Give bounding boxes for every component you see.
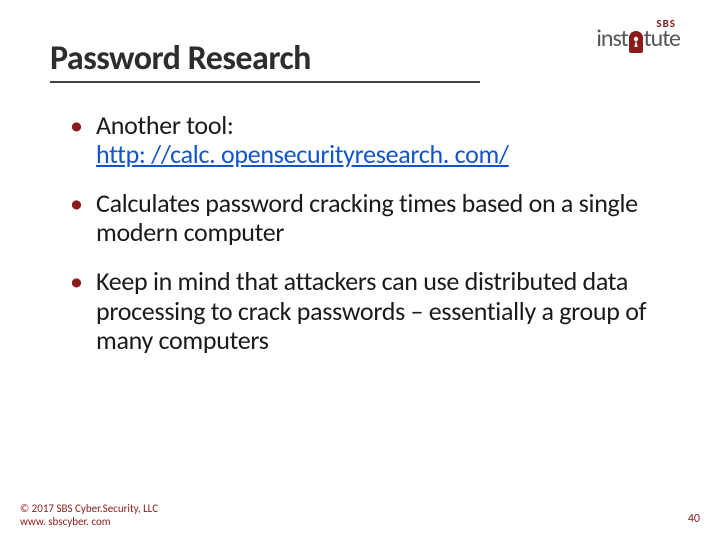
- bullet-item: Calculates password cracking times based…: [70, 189, 670, 247]
- bullet-text: Calculates password cracking times based…: [96, 187, 638, 248]
- bullet-list: Another tool: http: //calc. opensecurity…: [70, 111, 670, 355]
- slide: SBS insttute Password Research Another t…: [0, 0, 720, 540]
- page-number: 40: [688, 512, 700, 526]
- bullet-item: Another tool: http: //calc. opensecurity…: [70, 111, 670, 169]
- tool-link[interactable]: http: //calc. opensecurityresearch. com/: [96, 138, 509, 170]
- title-area: Password Research: [50, 38, 670, 87]
- footer-copyright: © 2017 SBS Cyber.Security, LLC: [20, 502, 158, 515]
- footer-url: www. sbscyber. com: [20, 515, 158, 528]
- bullet-item: Keep in mind that attackers can use dist…: [70, 267, 670, 354]
- bullet-text: Keep in mind that attackers can use dist…: [96, 265, 646, 355]
- bullet-text: Another tool:: [96, 109, 234, 141]
- footer: © 2017 SBS Cyber.Security, LLC www. sbsc…: [20, 502, 158, 528]
- slide-title: Password Research: [50, 38, 480, 83]
